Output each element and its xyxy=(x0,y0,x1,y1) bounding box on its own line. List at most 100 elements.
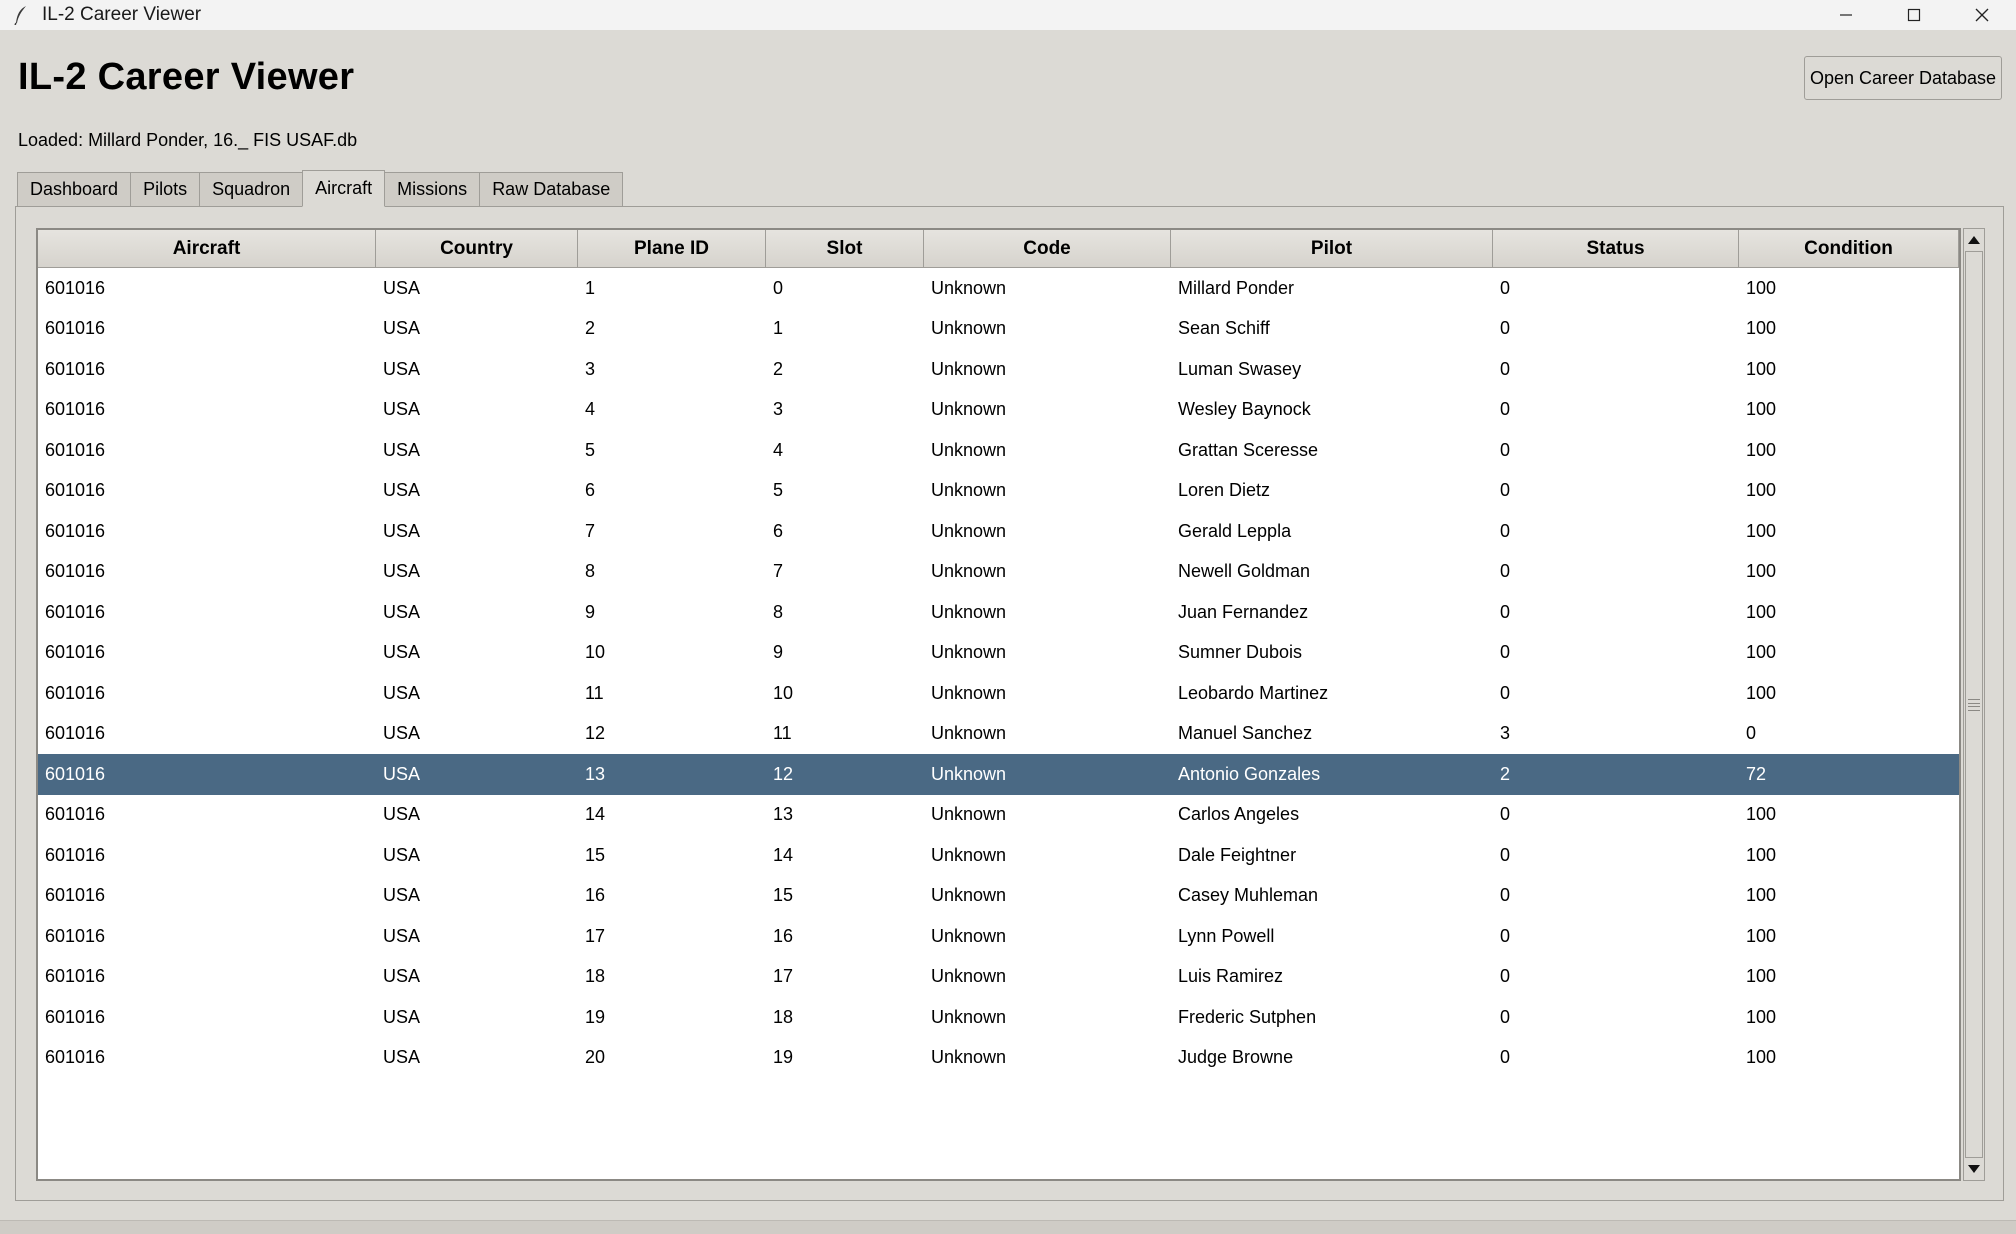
tab-raw-database[interactable]: Raw Database xyxy=(479,172,624,207)
cell-pilot: Luman Swasey xyxy=(1178,358,1302,379)
cell-aircraft: 601016 xyxy=(45,723,106,744)
tab-pilots[interactable]: Pilots xyxy=(130,172,200,207)
cell-country: USA xyxy=(383,844,421,865)
cell-aircraft: 601016 xyxy=(45,358,106,379)
cell-pilot: Millard Ponder xyxy=(1178,277,1295,298)
cell-condition: 100 xyxy=(1746,561,1777,582)
feather-icon xyxy=(10,4,32,26)
table-row[interactable]: 601016 USA 8 7 Unknown Newell Goldman 0 100 xyxy=(38,552,1959,593)
cell-country: USA xyxy=(383,480,421,501)
tab-dashboard[interactable]: Dashboard xyxy=(17,172,131,207)
cell-aircraft: 601016 xyxy=(45,1006,106,1027)
table-row[interactable]: 601016 USA 5 4 Unknown Grattan Sceresse 0 100 xyxy=(38,430,1959,471)
table-row[interactable]: 601016 USA 20 19 Unknown Judge Browne 0 100 xyxy=(38,1038,1959,1079)
cell-country: USA xyxy=(383,399,421,420)
cell-code: Unknown xyxy=(931,885,1007,906)
tab-bar: Dashboard Pilots Squadron Aircraft Missi… xyxy=(17,170,624,207)
tab-missions[interactable]: Missions xyxy=(385,172,480,207)
cell-code: Unknown xyxy=(931,358,1007,379)
scroll-down-arrow-icon[interactable] xyxy=(1964,1158,1984,1180)
open-career-database-button[interactable]: Open Career Database xyxy=(1804,56,2002,100)
table-row[interactable]: 601016 USA 2 1 Unknown Sean Schiff 0 100 xyxy=(38,309,1959,350)
column-header-status[interactable]: Status xyxy=(1493,230,1739,268)
column-header-aircraft[interactable]: Aircraft xyxy=(38,230,376,268)
tab-squadron[interactable]: Squadron xyxy=(199,172,303,207)
tab-aircraft[interactable]: Aircraft xyxy=(302,170,386,207)
cell-condition: 100 xyxy=(1746,804,1777,825)
cell-pilot: Grattan Sceresse xyxy=(1178,439,1319,460)
table-row[interactable]: 601016 USA 9 8 Unknown Juan Fernandez 0 100 xyxy=(38,592,1959,633)
cell-aircraft: 601016 xyxy=(45,966,106,987)
cell-code: Unknown xyxy=(931,966,1007,987)
cell-status: 0 xyxy=(1500,439,1511,460)
vertical-scrollbar[interactable] xyxy=(1963,228,1985,1181)
cell-aircraft: 601016 xyxy=(45,480,106,501)
cell-country: USA xyxy=(383,723,421,744)
grip-icon xyxy=(1968,698,1980,711)
cell-country: USA xyxy=(383,358,421,379)
cell-status: 0 xyxy=(1500,561,1511,582)
cell-slot: 13 xyxy=(773,804,794,825)
cell-pilot: Newell Goldman xyxy=(1178,561,1311,582)
table-row[interactable]: 601016 USA 11 10 Unknown Leobardo Martinez 0 10… xyxy=(38,673,1959,714)
cell-condition: 100 xyxy=(1746,439,1777,460)
cell-code: Unknown xyxy=(931,763,1007,784)
table-row[interactable]: 601016 USA 10 9 Unknown Sumner Dubois 0 100 xyxy=(38,633,1959,674)
cell-status: 0 xyxy=(1500,642,1511,663)
window-bottom-border xyxy=(0,1220,2016,1234)
table-row[interactable]: 601016 USA 3 2 Unknown Luman Swasey 0 100 xyxy=(38,349,1959,390)
window-titlebar: IL-2 Career Viewer xyxy=(0,0,2016,30)
column-header-plane-id[interactable]: Plane ID xyxy=(578,230,766,268)
table-row[interactable]: 601016 USA 14 13 Unknown Carlos Angeles 0 100 xyxy=(38,795,1959,836)
cell-condition: 0 xyxy=(1746,723,1757,744)
table-row[interactable]: 601016 USA 15 14 Unknown Dale Feightner 0 100 xyxy=(38,835,1959,876)
close-icon[interactable] xyxy=(1948,0,2016,30)
table-row[interactable]: 601016 USA 1 0 Unknown Millard Ponder 0 100 xyxy=(38,268,1959,309)
cell-aircraft: 601016 xyxy=(45,844,106,865)
column-header-slot[interactable]: Slot xyxy=(766,230,924,268)
cell-aircraft: 601016 xyxy=(45,561,106,582)
scroll-up-arrow-icon[interactable] xyxy=(1964,229,1984,251)
cell-status: 0 xyxy=(1500,318,1511,339)
loaded-file-label: Loaded: Millard Ponder, 16._ FIS USAF.db xyxy=(18,130,358,150)
cell-country: USA xyxy=(383,804,421,825)
table-row[interactable]: 601016 USA 6 5 Unknown Loren Dietz 0 100 xyxy=(38,471,1959,512)
cell-code: Unknown xyxy=(931,277,1007,298)
cell-slot: 7 xyxy=(773,561,784,582)
table-row[interactable]: 601016 USA 13 12 Unknown Antonio Gonzales 2 72 xyxy=(38,754,1959,795)
cell-condition: 100 xyxy=(1746,885,1777,906)
column-header-code[interactable]: Code xyxy=(924,230,1171,268)
column-header-condition[interactable]: Condition xyxy=(1739,230,1959,268)
cell-aircraft: 601016 xyxy=(45,925,106,946)
cell-pilot: Antonio Gonzales xyxy=(1178,763,1321,784)
scrollbar-thumb[interactable] xyxy=(1965,251,1983,1158)
table-row[interactable]: 601016 USA 4 3 Unknown Wesley Baynock 0 100 xyxy=(38,390,1959,431)
cell-slot: 4 xyxy=(773,439,784,460)
cell-plane-id: 14 xyxy=(585,804,606,825)
table-row[interactable]: 601016 USA 12 11 Unknown Manuel Sanchez 3 0 xyxy=(38,714,1959,755)
cell-status: 0 xyxy=(1500,1006,1511,1027)
cell-slot: 1 xyxy=(773,318,784,339)
table-row[interactable]: 601016 USA 16 15 Unknown Casey Muhleman 0 100 xyxy=(38,876,1959,917)
cell-condition: 100 xyxy=(1746,642,1777,663)
cell-code: Unknown xyxy=(931,1047,1007,1068)
cell-aircraft: 601016 xyxy=(45,318,106,339)
table-row[interactable]: 601016 USA 17 16 Unknown Lynn Powell 0 100 xyxy=(38,916,1959,957)
cell-condition: 100 xyxy=(1746,844,1777,865)
cell-plane-id: 1 xyxy=(585,277,596,298)
column-header-country[interactable]: Country xyxy=(376,230,578,268)
cell-condition: 100 xyxy=(1746,358,1777,379)
cell-slot: 11 xyxy=(773,723,792,744)
table-row[interactable]: 601016 USA 7 6 Unknown Gerald Leppla 0 100 xyxy=(38,511,1959,552)
column-header-pilot[interactable]: Pilot xyxy=(1171,230,1493,268)
minimize-icon[interactable] xyxy=(1812,0,1880,30)
table-row[interactable]: 601016 USA 19 18 Unknown Frederic Sutphen 0 100 xyxy=(38,997,1959,1038)
cell-plane-id: 3 xyxy=(585,358,596,379)
aircraft-table[interactable]: Aircraft Country Plane ID Slot Code Pilo… xyxy=(36,228,1961,1181)
cell-status: 0 xyxy=(1500,358,1511,379)
maximize-icon[interactable] xyxy=(1880,0,1948,30)
cell-pilot: Leobardo Martinez xyxy=(1178,682,1329,703)
cell-status: 0 xyxy=(1500,399,1511,420)
table-row[interactable]: 601016 USA 18 17 Unknown Luis Ramirez 0 100 xyxy=(38,957,1959,998)
cell-aircraft: 601016 xyxy=(45,399,106,420)
